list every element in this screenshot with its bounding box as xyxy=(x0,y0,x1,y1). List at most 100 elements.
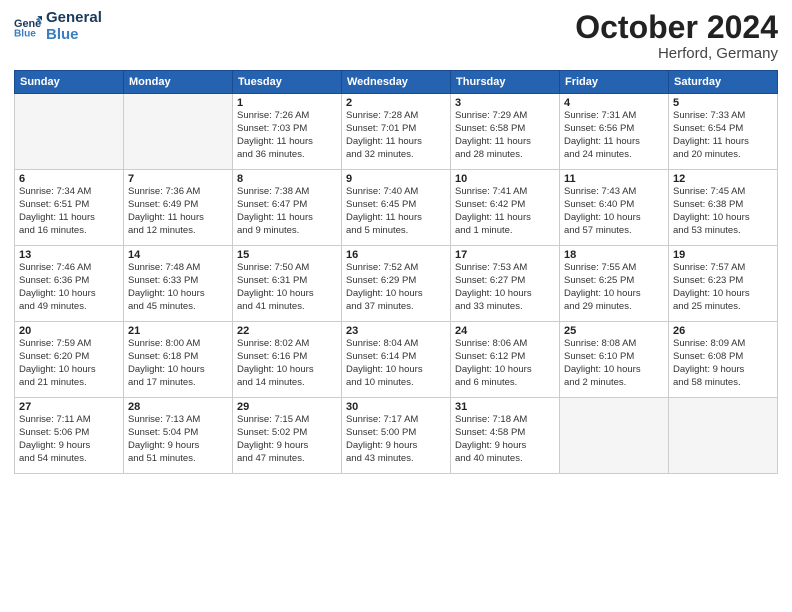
day-number: 5 xyxy=(673,97,773,109)
day-number: 22 xyxy=(237,325,337,337)
day-info: Sunrise: 7:48 AMSunset: 6:33 PMDaylight:… xyxy=(128,262,228,313)
calendar-cell: 20Sunrise: 7:59 AMSunset: 6:20 PMDayligh… xyxy=(15,322,124,398)
col-header-thursday: Thursday xyxy=(451,71,560,94)
day-info: Sunrise: 8:09 AMSunset: 6:08 PMDaylight:… xyxy=(673,338,773,389)
calendar-cell: 6Sunrise: 7:34 AMSunset: 6:51 PMDaylight… xyxy=(15,170,124,246)
calendar-cell: 29Sunrise: 7:15 AMSunset: 5:02 PMDayligh… xyxy=(233,398,342,474)
day-number: 27 xyxy=(19,401,119,413)
week-row-0: 1Sunrise: 7:26 AMSunset: 7:03 PMDaylight… xyxy=(15,94,778,170)
calendar-cell: 18Sunrise: 7:55 AMSunset: 6:25 PMDayligh… xyxy=(560,246,669,322)
day-info: Sunrise: 7:53 AMSunset: 6:27 PMDaylight:… xyxy=(455,262,555,313)
day-info: Sunrise: 8:02 AMSunset: 6:16 PMDaylight:… xyxy=(237,338,337,389)
day-number: 1 xyxy=(237,97,337,109)
week-row-2: 13Sunrise: 7:46 AMSunset: 6:36 PMDayligh… xyxy=(15,246,778,322)
day-number: 4 xyxy=(564,97,664,109)
calendar-cell: 21Sunrise: 8:00 AMSunset: 6:18 PMDayligh… xyxy=(124,322,233,398)
page: General Blue General Blue October 2024 H… xyxy=(0,0,792,612)
day-number: 25 xyxy=(564,325,664,337)
logo-line2: Blue xyxy=(46,27,102,44)
day-info: Sunrise: 7:57 AMSunset: 6:23 PMDaylight:… xyxy=(673,262,773,313)
day-number: 17 xyxy=(455,249,555,261)
calendar-cell: 1Sunrise: 7:26 AMSunset: 7:03 PMDaylight… xyxy=(233,94,342,170)
day-info: Sunrise: 7:33 AMSunset: 6:54 PMDaylight:… xyxy=(673,110,773,161)
calendar-cell: 7Sunrise: 7:36 AMSunset: 6:49 PMDaylight… xyxy=(124,170,233,246)
calendar-cell: 25Sunrise: 8:08 AMSunset: 6:10 PMDayligh… xyxy=(560,322,669,398)
week-row-4: 27Sunrise: 7:11 AMSunset: 5:06 PMDayligh… xyxy=(15,398,778,474)
calendar-cell: 28Sunrise: 7:13 AMSunset: 5:04 PMDayligh… xyxy=(124,398,233,474)
day-number: 16 xyxy=(346,249,446,261)
calendar-cell: 12Sunrise: 7:45 AMSunset: 6:38 PMDayligh… xyxy=(669,170,778,246)
calendar-cell xyxy=(15,94,124,170)
calendar-cell: 31Sunrise: 7:18 AMSunset: 4:58 PMDayligh… xyxy=(451,398,560,474)
day-info: Sunrise: 8:04 AMSunset: 6:14 PMDaylight:… xyxy=(346,338,446,389)
location: Herford, Germany xyxy=(575,45,778,62)
day-info: Sunrise: 7:43 AMSunset: 6:40 PMDaylight:… xyxy=(564,186,664,237)
day-number: 8 xyxy=(237,173,337,185)
calendar-header-row: SundayMondayTuesdayWednesdayThursdayFrid… xyxy=(15,71,778,94)
day-number: 2 xyxy=(346,97,446,109)
day-number: 6 xyxy=(19,173,119,185)
calendar-cell: 24Sunrise: 8:06 AMSunset: 6:12 PMDayligh… xyxy=(451,322,560,398)
day-info: Sunrise: 7:31 AMSunset: 6:56 PMDaylight:… xyxy=(564,110,664,161)
day-info: Sunrise: 8:00 AMSunset: 6:18 PMDaylight:… xyxy=(128,338,228,389)
calendar-cell: 5Sunrise: 7:33 AMSunset: 6:54 PMDaylight… xyxy=(669,94,778,170)
logo-line1: General xyxy=(46,10,102,27)
calendar-cell: 2Sunrise: 7:28 AMSunset: 7:01 PMDaylight… xyxy=(342,94,451,170)
calendar-cell xyxy=(124,94,233,170)
day-info: Sunrise: 7:50 AMSunset: 6:31 PMDaylight:… xyxy=(237,262,337,313)
calendar-cell: 8Sunrise: 7:38 AMSunset: 6:47 PMDaylight… xyxy=(233,170,342,246)
day-number: 7 xyxy=(128,173,228,185)
day-number: 23 xyxy=(346,325,446,337)
day-info: Sunrise: 7:15 AMSunset: 5:02 PMDaylight:… xyxy=(237,414,337,465)
svg-text:Blue: Blue xyxy=(14,28,36,39)
calendar-cell: 11Sunrise: 7:43 AMSunset: 6:40 PMDayligh… xyxy=(560,170,669,246)
col-header-saturday: Saturday xyxy=(669,71,778,94)
calendar-cell: 30Sunrise: 7:17 AMSunset: 5:00 PMDayligh… xyxy=(342,398,451,474)
day-number: 31 xyxy=(455,401,555,413)
calendar-cell: 3Sunrise: 7:29 AMSunset: 6:58 PMDaylight… xyxy=(451,94,560,170)
month-title: October 2024 xyxy=(575,10,778,45)
calendar-cell xyxy=(669,398,778,474)
day-info: Sunrise: 7:52 AMSunset: 6:29 PMDaylight:… xyxy=(346,262,446,313)
calendar-cell: 15Sunrise: 7:50 AMSunset: 6:31 PMDayligh… xyxy=(233,246,342,322)
week-row-3: 20Sunrise: 7:59 AMSunset: 6:20 PMDayligh… xyxy=(15,322,778,398)
calendar-cell: 27Sunrise: 7:11 AMSunset: 5:06 PMDayligh… xyxy=(15,398,124,474)
day-number: 28 xyxy=(128,401,228,413)
calendar-cell: 16Sunrise: 7:52 AMSunset: 6:29 PMDayligh… xyxy=(342,246,451,322)
calendar-cell: 19Sunrise: 7:57 AMSunset: 6:23 PMDayligh… xyxy=(669,246,778,322)
calendar-cell: 10Sunrise: 7:41 AMSunset: 6:42 PMDayligh… xyxy=(451,170,560,246)
day-info: Sunrise: 7:26 AMSunset: 7:03 PMDaylight:… xyxy=(237,110,337,161)
calendar-cell xyxy=(560,398,669,474)
day-info: Sunrise: 7:40 AMSunset: 6:45 PMDaylight:… xyxy=(346,186,446,237)
day-info: Sunrise: 7:45 AMSunset: 6:38 PMDaylight:… xyxy=(673,186,773,237)
day-number: 9 xyxy=(346,173,446,185)
day-number: 29 xyxy=(237,401,337,413)
day-number: 14 xyxy=(128,249,228,261)
day-info: Sunrise: 7:18 AMSunset: 4:58 PMDaylight:… xyxy=(455,414,555,465)
day-number: 20 xyxy=(19,325,119,337)
header: General Blue General Blue October 2024 H… xyxy=(14,10,778,62)
col-header-friday: Friday xyxy=(560,71,669,94)
logo-icon: General Blue xyxy=(14,13,42,41)
calendar-cell: 9Sunrise: 7:40 AMSunset: 6:45 PMDaylight… xyxy=(342,170,451,246)
col-header-tuesday: Tuesday xyxy=(233,71,342,94)
col-header-wednesday: Wednesday xyxy=(342,71,451,94)
day-info: Sunrise: 7:28 AMSunset: 7:01 PMDaylight:… xyxy=(346,110,446,161)
day-number: 3 xyxy=(455,97,555,109)
logo: General Blue General Blue xyxy=(14,10,102,43)
day-info: Sunrise: 7:34 AMSunset: 6:51 PMDaylight:… xyxy=(19,186,119,237)
calendar-cell: 23Sunrise: 8:04 AMSunset: 6:14 PMDayligh… xyxy=(342,322,451,398)
day-info: Sunrise: 8:08 AMSunset: 6:10 PMDaylight:… xyxy=(564,338,664,389)
day-number: 19 xyxy=(673,249,773,261)
day-info: Sunrise: 7:11 AMSunset: 5:06 PMDaylight:… xyxy=(19,414,119,465)
day-info: Sunrise: 7:46 AMSunset: 6:36 PMDaylight:… xyxy=(19,262,119,313)
day-number: 11 xyxy=(564,173,664,185)
day-info: Sunrise: 7:41 AMSunset: 6:42 PMDaylight:… xyxy=(455,186,555,237)
col-header-sunday: Sunday xyxy=(15,71,124,94)
day-info: Sunrise: 7:38 AMSunset: 6:47 PMDaylight:… xyxy=(237,186,337,237)
day-info: Sunrise: 7:55 AMSunset: 6:25 PMDaylight:… xyxy=(564,262,664,313)
calendar-cell: 22Sunrise: 8:02 AMSunset: 6:16 PMDayligh… xyxy=(233,322,342,398)
day-info: Sunrise: 8:06 AMSunset: 6:12 PMDaylight:… xyxy=(455,338,555,389)
week-row-1: 6Sunrise: 7:34 AMSunset: 6:51 PMDaylight… xyxy=(15,170,778,246)
day-info: Sunrise: 7:36 AMSunset: 6:49 PMDaylight:… xyxy=(128,186,228,237)
